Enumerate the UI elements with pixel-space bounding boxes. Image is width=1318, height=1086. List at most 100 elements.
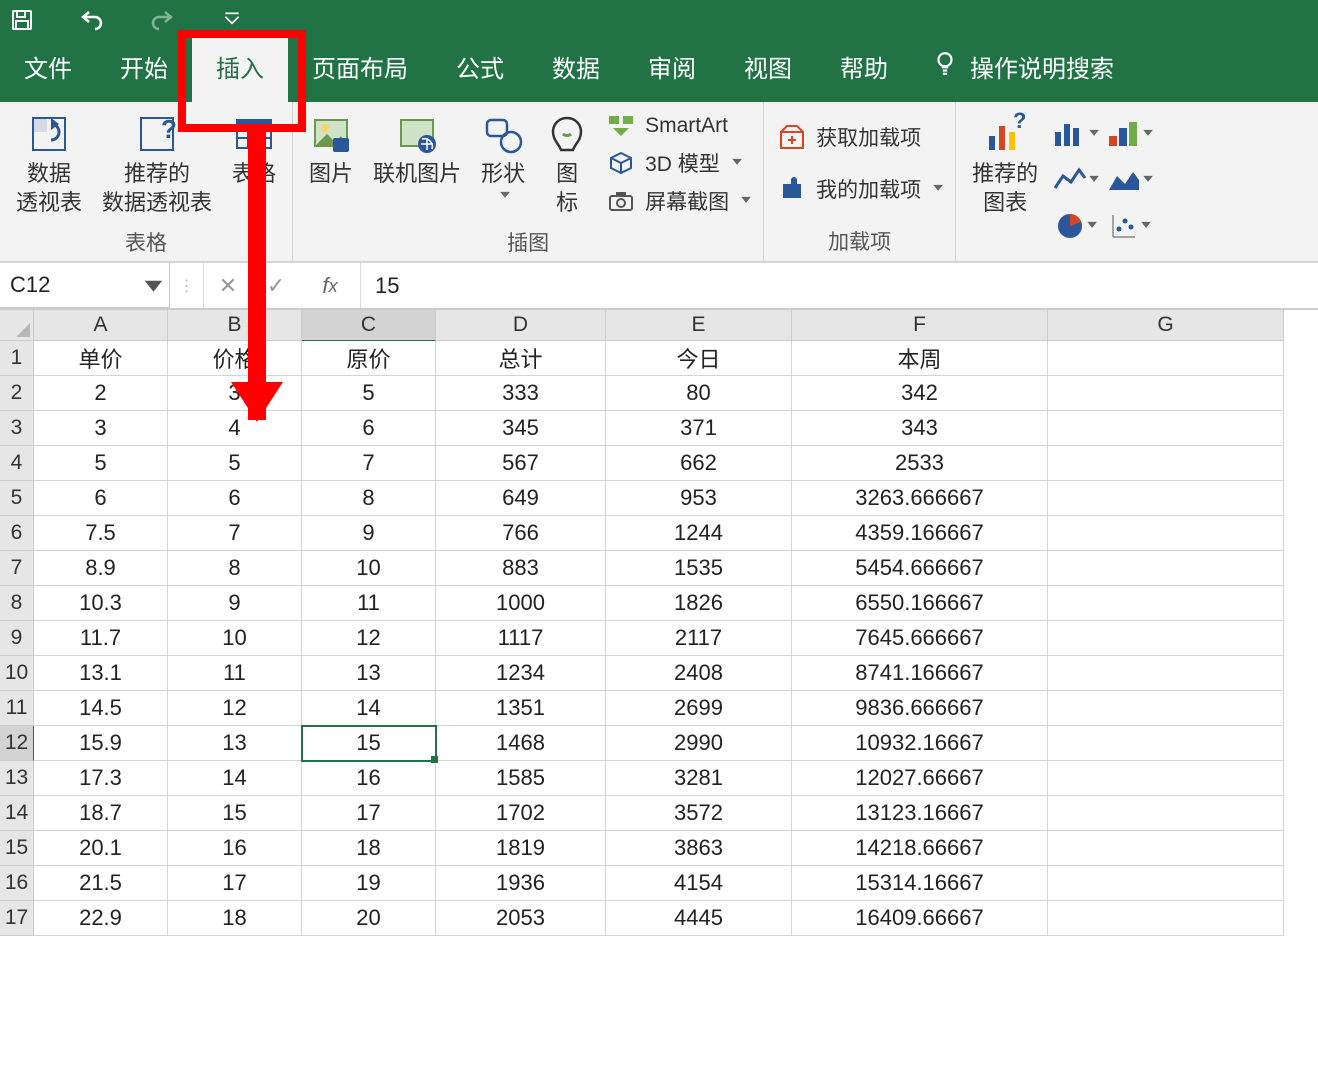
data-cell[interactable]: 20.1 xyxy=(34,831,168,866)
data-cell[interactable] xyxy=(1048,866,1284,901)
header-cell[interactable]: 原价 xyxy=(302,341,436,376)
tab-view[interactable]: 视图 xyxy=(720,33,816,102)
data-cell[interactable]: 20 xyxy=(302,901,436,936)
pie-chart-button[interactable]: ▾ xyxy=(1052,206,1098,246)
data-cell[interactable]: 16409.66667 xyxy=(792,901,1048,936)
data-cell[interactable]: 662 xyxy=(606,446,792,481)
header-cell[interactable] xyxy=(1048,341,1284,376)
smartart-button[interactable]: SmartArt xyxy=(607,112,749,140)
get-addins-button[interactable]: 获取加载项 xyxy=(778,122,941,152)
online-picture-button[interactable]: 联机图片 xyxy=(367,108,467,221)
column-header[interactable]: B xyxy=(168,310,302,341)
data-cell[interactable]: 6 xyxy=(302,411,436,446)
data-cell[interactable]: 883 xyxy=(436,551,606,586)
data-cell[interactable]: 3263.666667 xyxy=(792,481,1048,516)
data-cell[interactable]: 3863 xyxy=(606,831,792,866)
data-cell[interactable] xyxy=(1048,761,1284,796)
data-cell[interactable]: 21.5 xyxy=(34,866,168,901)
undo-icon[interactable] xyxy=(78,6,106,34)
recommended-pivot-button[interactable]: ? 推荐的 数据透视表 xyxy=(96,108,218,221)
data-cell[interactable] xyxy=(1048,551,1284,586)
row-header[interactable]: 16 xyxy=(0,866,34,901)
data-cell[interactable]: 7645.666667 xyxy=(792,621,1048,656)
data-cell[interactable]: 7 xyxy=(302,446,436,481)
name-box[interactable]: C12 ▾ xyxy=(0,263,170,308)
data-cell[interactable]: 1585 xyxy=(436,761,606,796)
formula-input[interactable] xyxy=(360,263,1318,308)
data-cell[interactable]: 10 xyxy=(168,621,302,656)
formula-bar-splitter[interactable]: ⋮ xyxy=(170,263,204,308)
data-cell[interactable]: 10 xyxy=(302,551,436,586)
data-cell[interactable]: 6 xyxy=(168,481,302,516)
data-cell[interactable]: 345 xyxy=(436,411,606,446)
data-cell[interactable]: 1826 xyxy=(606,586,792,621)
data-cell[interactable]: 5 xyxy=(302,376,436,411)
data-cell[interactable]: 6 xyxy=(34,481,168,516)
column-header[interactable]: D xyxy=(436,310,606,341)
data-cell[interactable] xyxy=(1048,516,1284,551)
table-button[interactable]: 表格 xyxy=(226,108,282,221)
row-header[interactable]: 17 xyxy=(0,901,34,936)
row-header[interactable]: 1 xyxy=(0,341,34,376)
my-addins-button[interactable]: 我的加载项▾ xyxy=(778,174,941,204)
data-cell[interactable]: 18 xyxy=(302,831,436,866)
screenshot-button[interactable]: 屏幕截图▾ xyxy=(607,186,749,216)
data-cell[interactable]: 4359.166667 xyxy=(792,516,1048,551)
column-chart-button[interactable]: ▾ xyxy=(1052,114,1098,154)
data-cell[interactable]: 1819 xyxy=(436,831,606,866)
data-cell[interactable]: 13 xyxy=(302,656,436,691)
icons-button[interactable]: 图 标 xyxy=(539,108,595,221)
data-cell[interactable]: 10932.16667 xyxy=(792,726,1048,761)
bar3d-chart-button[interactable]: ▾ xyxy=(1106,114,1152,154)
data-cell[interactable]: 22.9 xyxy=(34,901,168,936)
data-cell[interactable]: 9836.666667 xyxy=(792,691,1048,726)
data-cell[interactable]: 953 xyxy=(606,481,792,516)
tab-insert[interactable]: 插入 xyxy=(192,33,288,102)
data-cell[interactable]: 15 xyxy=(302,726,436,761)
tab-file[interactable]: 文件 xyxy=(0,33,96,102)
confirm-edit-button[interactable]: ✓ xyxy=(252,263,300,308)
data-cell[interactable]: 17 xyxy=(168,866,302,901)
data-cell[interactable]: 7 xyxy=(168,516,302,551)
data-cell[interactable]: 11 xyxy=(302,586,436,621)
data-cell[interactable] xyxy=(1048,796,1284,831)
data-cell[interactable]: 15.9 xyxy=(34,726,168,761)
tab-formulas[interactable]: 公式 xyxy=(432,33,528,102)
3d-model-button[interactable]: 3D 模型▾ xyxy=(607,148,749,178)
data-cell[interactable]: 14 xyxy=(168,761,302,796)
row-header[interactable]: 13 xyxy=(0,761,34,796)
data-cell[interactable]: 1936 xyxy=(436,866,606,901)
data-cell[interactable]: 1244 xyxy=(606,516,792,551)
qat-customize-icon[interactable] xyxy=(218,6,246,34)
line-chart-button[interactable]: ▾ xyxy=(1052,160,1098,200)
column-header[interactable]: F xyxy=(792,310,1048,341)
data-cell[interactable]: 14 xyxy=(302,691,436,726)
row-header[interactable]: 14 xyxy=(0,796,34,831)
column-header[interactable]: A xyxy=(34,310,168,341)
data-cell[interactable]: 15 xyxy=(168,796,302,831)
row-header[interactable]: 4 xyxy=(0,446,34,481)
row-header[interactable]: 10 xyxy=(0,656,34,691)
data-cell[interactable] xyxy=(1048,446,1284,481)
data-cell[interactable]: 2117 xyxy=(606,621,792,656)
row-header[interactable]: 2 xyxy=(0,376,34,411)
picture-button[interactable]: 图片 xyxy=(303,108,359,221)
data-cell[interactable]: 4154 xyxy=(606,866,792,901)
data-cell[interactable]: 2053 xyxy=(436,901,606,936)
header-cell[interactable]: 本周 xyxy=(792,341,1048,376)
tell-me-search[interactable]: 操作说明搜索 xyxy=(912,33,1134,102)
tab-data[interactable]: 数据 xyxy=(528,33,624,102)
data-cell[interactable]: 18 xyxy=(168,901,302,936)
header-cell[interactable]: 价格 xyxy=(168,341,302,376)
data-cell[interactable]: 2990 xyxy=(606,726,792,761)
data-cell[interactable]: 2 xyxy=(34,376,168,411)
area-chart-button[interactable]: ▾ xyxy=(1106,160,1152,200)
data-cell[interactable]: 2533 xyxy=(792,446,1048,481)
data-cell[interactable]: 371 xyxy=(606,411,792,446)
data-cell[interactable]: 8741.166667 xyxy=(792,656,1048,691)
recommended-charts-button[interactable]: ? 推荐的 图表 xyxy=(966,108,1044,246)
scatter-chart-button[interactable]: ▾ xyxy=(1106,206,1152,246)
header-cell[interactable]: 总计 xyxy=(436,341,606,376)
data-cell[interactable]: 13 xyxy=(168,726,302,761)
data-cell[interactable]: 7.5 xyxy=(34,516,168,551)
